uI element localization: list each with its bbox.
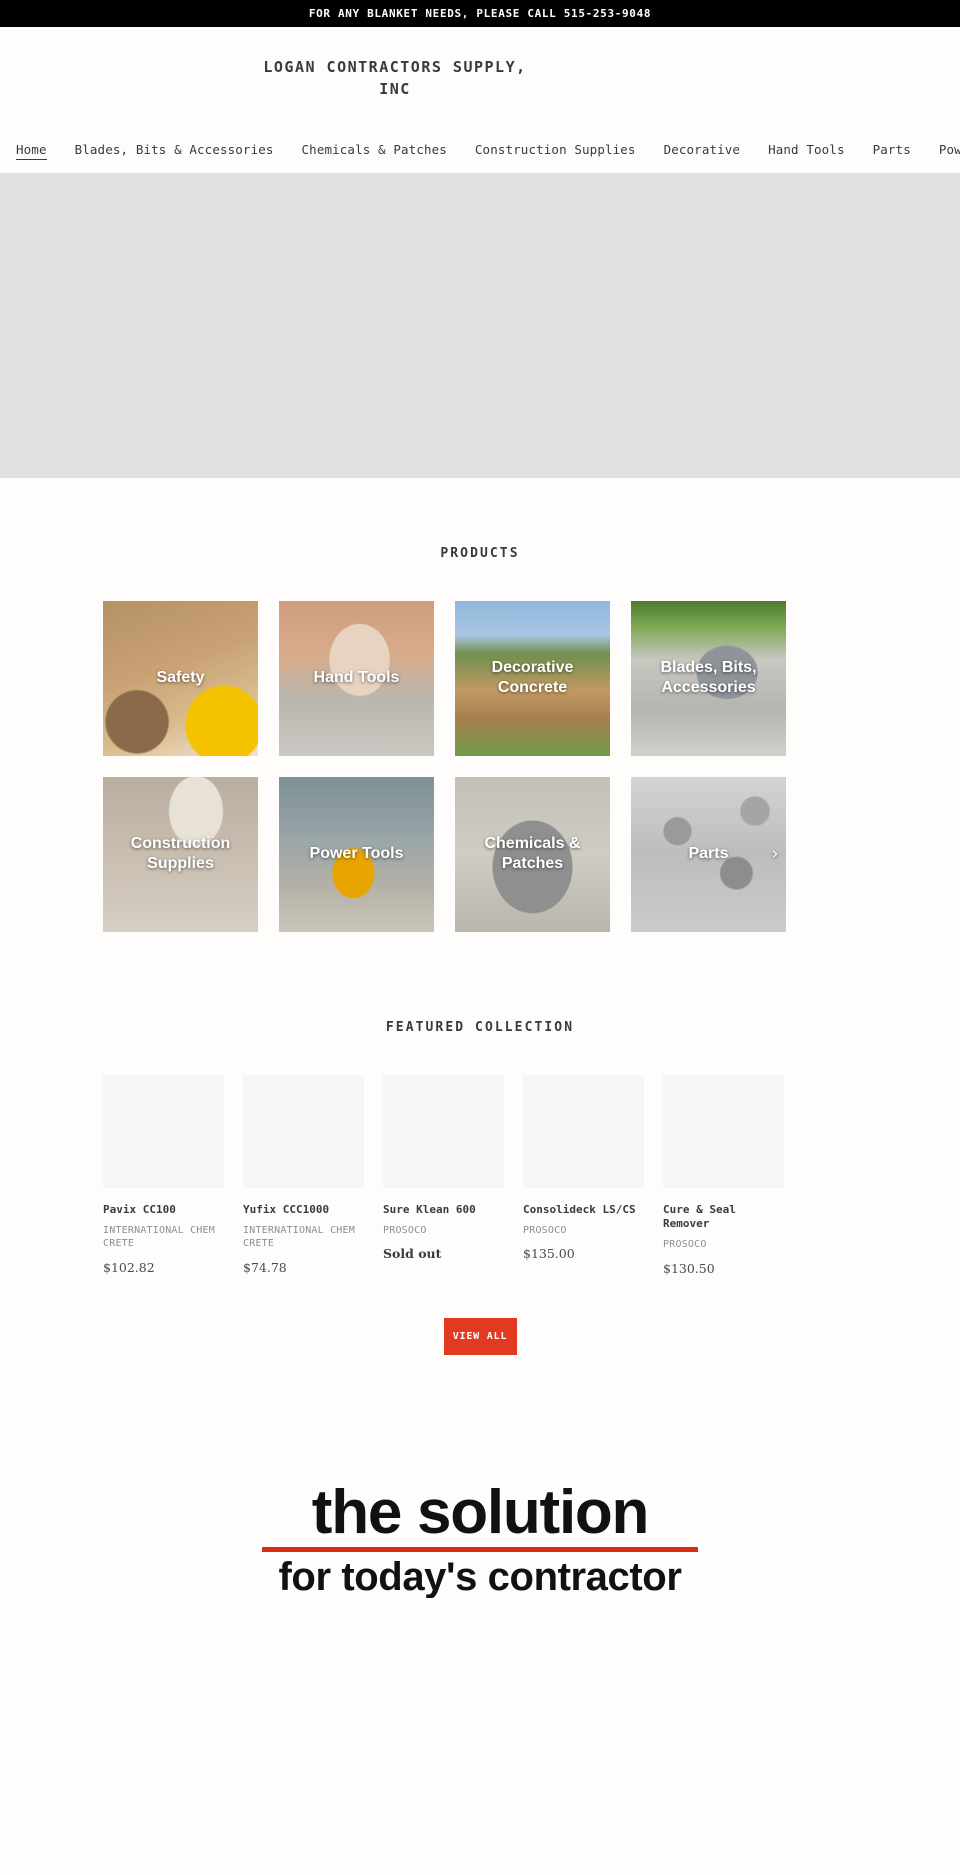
featured-section-title: FEATURED COLLECTION	[385, 1019, 575, 1035]
banner-line-2: for today's contractor	[278, 1554, 682, 1598]
page-root: FOR ANY BLANKET NEEDS, PLEASE CALL 515-2…	[0, 0, 960, 1598]
product-price: $135.00	[523, 1246, 575, 1262]
category-grid: Safety Hand Tools Decorative Concrete Blade…	[0, 600, 960, 932]
category-tile-label: Chemicals & Patches	[484, 835, 581, 872]
products-section-title: PRODUCTS	[440, 545, 520, 561]
nav-item-hand-tools[interactable]: Hand Tools	[768, 142, 845, 159]
hero-banner[interactable]	[0, 172, 960, 478]
product-image[interactable]	[103, 1074, 224, 1188]
category-tile-label: Blades, Bits, Accessories	[660, 659, 757, 696]
product-image[interactable]	[523, 1074, 644, 1188]
brand-line-1: LOGAN CONTRACTORS SUPPLY,	[263, 58, 527, 76]
product-vendor: PROSOCO	[663, 1239, 707, 1251]
nav-item-power-tools[interactable]: Power Tools	[939, 142, 960, 159]
product-card[interactable]: Pavix CC100 INTERNATIONAL CHEM CRETE $102.…	[103, 1074, 224, 1276]
product-title[interactable]: Yufix CCC1000	[243, 1203, 364, 1217]
category-tile-power-tools[interactable]: Power Tools	[279, 776, 434, 932]
product-card[interactable]: Cure & Seal Remover PROSOCO $130.50	[663, 1074, 784, 1276]
product-card[interactable]: Sure Klean 600 PROSOCO Sold out	[383, 1074, 504, 1276]
nav-item-construction-supplies[interactable]: Construction Supplies	[475, 142, 636, 159]
bottom-banner-section: the solution for today's contractor	[0, 1473, 960, 1598]
product-vendor: PROSOCO	[523, 1224, 567, 1236]
chevron-right-icon[interactable]: ›	[770, 844, 780, 864]
product-title[interactable]: Consolideck LS/CS	[523, 1203, 644, 1217]
bottom-banner: the solution for today's contractor	[220, 1473, 740, 1598]
product-price: $130.50	[663, 1260, 715, 1276]
banner-red-rule	[262, 1546, 698, 1552]
featured-collection-section: FEATURED COLLECTION Pavix CC100 INTERNATI…	[0, 932, 960, 1356]
category-tile-label: Hand Tools	[313, 669, 400, 686]
category-tile-label: Power Tools	[309, 845, 404, 862]
category-tile-parts[interactable]: Parts ›	[631, 776, 786, 932]
announcement-bar: FOR ANY BLANKET NEEDS, PLEASE CALL 515-2…	[0, 0, 960, 27]
view-all-button[interactable]: VIEW ALL	[443, 1317, 517, 1356]
product-card[interactable]: Consolideck LS/CS PROSOCO $135.00	[523, 1074, 644, 1276]
category-tile-label: Parts	[688, 845, 729, 862]
category-tile-label: Decorative Concrete	[491, 659, 574, 696]
product-vendor: INTERNATIONAL CHEM CRETE	[103, 1224, 215, 1250]
product-price: $102.82	[103, 1259, 155, 1275]
main-navigation: Home Blades, Bits & Accessories Chemicals …	[0, 129, 960, 173]
view-all-row: VIEW ALL	[0, 1317, 960, 1356]
product-vendor: INTERNATIONAL CHEM CRETE	[243, 1224, 355, 1250]
category-tile-construction-supplies[interactable]: Construction Supplies	[103, 776, 258, 932]
featured-product-grid: Pavix CC100 INTERNATIONAL CHEM CRETE $102.…	[0, 1074, 960, 1276]
nav-item-parts[interactable]: Parts	[873, 142, 911, 159]
product-sold-out-badge: Sold out	[383, 1246, 442, 1262]
announcement-text: FOR ANY BLANKET NEEDS, PLEASE CALL 515-2…	[308, 7, 652, 20]
category-tile-decorative-concrete[interactable]: Decorative Concrete	[455, 600, 610, 756]
nav-item-home[interactable]: Home	[16, 142, 47, 160]
brand-line-2: INC	[379, 79, 411, 98]
product-vendor: PROSOCO	[383, 1224, 427, 1236]
category-tile-chemicals-patches[interactable]: Chemicals & Patches	[455, 776, 610, 932]
product-image[interactable]	[383, 1074, 504, 1188]
category-tile-blades-bits-accessories[interactable]: Blades, Bits, Accessories	[631, 600, 786, 756]
product-price: $74.78	[243, 1259, 287, 1275]
products-section: PRODUCTS Safety Hand Tools Decorative Conc…	[0, 478, 960, 932]
category-tile-label: Safety	[156, 669, 205, 686]
product-title[interactable]: Cure & Seal Remover	[663, 1203, 784, 1232]
nav-item-chemicals-patches[interactable]: Chemicals & Patches	[302, 142, 447, 159]
site-logo-text[interactable]: LOGAN CONTRACTORS SUPPLY, INC	[0, 57, 960, 101]
nav-item-decorative[interactable]: Decorative	[664, 142, 741, 159]
product-card[interactable]: Yufix CCC1000 INTERNATIONAL CHEM CRETE $74…	[243, 1074, 364, 1276]
product-title[interactable]: Pavix CC100	[103, 1203, 224, 1217]
product-image[interactable]	[663, 1074, 784, 1188]
product-image[interactable]	[243, 1074, 364, 1188]
site-header: LOGAN CONTRACTORS SUPPLY, INC Home Blades…	[0, 27, 960, 173]
nav-item-blades-bits-accessories[interactable]: Blades, Bits & Accessories	[75, 142, 274, 159]
product-title[interactable]: Sure Klean 600	[383, 1203, 504, 1217]
banner-line-1: the solution	[311, 1478, 650, 1548]
category-tile-label: Construction Supplies	[130, 835, 231, 872]
category-tile-safety[interactable]: Safety	[103, 600, 258, 756]
category-tile-hand-tools[interactable]: Hand Tools	[279, 600, 434, 756]
